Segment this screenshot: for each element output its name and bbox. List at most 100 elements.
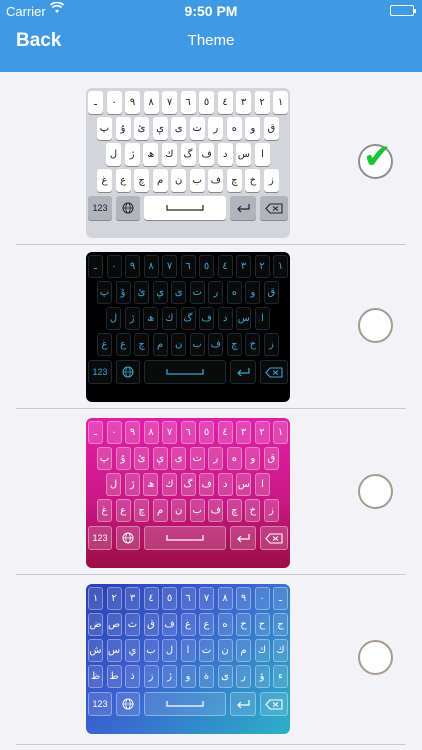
key: گ (180, 307, 196, 330)
key: غ (97, 499, 112, 522)
key-row: ١٢٣٤٥٦٧٨٩٠ـ (88, 587, 288, 611)
key: د (217, 307, 233, 330)
key: ٢ (254, 255, 270, 278)
theme-row-pink[interactable]: ـ٠٩٨٧٦٥٤٣٢١پۇئېىترەوقلژھكگفدساغعچمنبفچخز… (0, 412, 422, 576)
key: ف (199, 473, 215, 496)
key: ق (143, 613, 159, 636)
globe-icon (116, 526, 140, 550)
key: ٨ (217, 587, 233, 610)
key-row: لژھكگفدسا (88, 473, 288, 497)
key: ز (143, 665, 159, 688)
key: ٢ (254, 91, 270, 114)
backspace-icon (260, 196, 288, 220)
key-row: پۇئېىترەوق (88, 447, 288, 471)
key: ئ (134, 117, 150, 140)
key: ٦ (180, 91, 196, 114)
numbers-key: 123 (88, 196, 112, 220)
key: ر (208, 117, 224, 140)
key: ژ (162, 665, 177, 688)
key: ل (106, 143, 121, 166)
key: ې (152, 447, 168, 470)
keyboard-preview-pink: ـ٠٩٨٧٦٥٤٣٢١پۇئېىترەوقلژھكگفدساغعچمنبفچخز… (86, 418, 290, 568)
key: ژ (124, 143, 140, 166)
key: ف (208, 169, 224, 192)
key: ٦ (180, 255, 196, 278)
key: ع (199, 613, 214, 636)
key: ئ (134, 447, 150, 470)
theme-radio-selected[interactable]: ✔ (358, 140, 393, 179)
key: ئ (134, 281, 150, 304)
backspace-icon (260, 526, 288, 550)
key: ن (217, 639, 233, 662)
key: م (236, 639, 251, 662)
key: ى (171, 447, 187, 470)
bottom-key-row: 123 (88, 692, 288, 718)
space-key (144, 196, 226, 220)
key: ٤ (143, 587, 159, 610)
key: ٠ (106, 91, 122, 114)
key: گ (180, 143, 196, 166)
key: خ (245, 333, 261, 356)
key: م (152, 333, 168, 356)
key: د (217, 143, 233, 166)
key: د (217, 473, 233, 496)
key: ب (189, 169, 205, 192)
key: ٤ (217, 255, 233, 278)
status-bar: Carrier 9:50 PM (0, 0, 422, 22)
key: ٦ (180, 587, 196, 610)
key: ر (208, 447, 224, 470)
key: س (236, 473, 252, 496)
key: ث (125, 613, 140, 636)
key: ٣ (236, 91, 251, 114)
key-row: ـ٠٩٨٧٦٥٤٣٢١ (88, 91, 288, 115)
space-key (144, 692, 226, 716)
bottom-key-row: 123 (88, 360, 288, 386)
key: خ (236, 613, 251, 636)
backspace-icon (260, 360, 288, 384)
key: و (245, 281, 261, 304)
theme-radio[interactable] (358, 308, 393, 343)
theme-row-black[interactable]: ـ٠٩٨٧٦٥٤٣٢١پۇئېىترەوقلژھكگفدساغعچمنبفچخز… (0, 246, 422, 410)
theme-radio[interactable] (358, 474, 393, 509)
key-row: غعچمنبفچخز (88, 499, 288, 523)
battery-icon (390, 5, 416, 16)
key: ا (255, 473, 270, 496)
key: ھ (143, 307, 159, 330)
key: ى (171, 281, 187, 304)
key: ٧ (199, 587, 214, 610)
page-title: Theme (187, 32, 235, 49)
key: پ (97, 117, 112, 140)
key: ع (115, 169, 131, 192)
row-divider (16, 244, 406, 245)
key: ب (143, 639, 159, 662)
theme-row-blue[interactable]: ١٢٣٤٥٦٧٨٩٠ـضصثقفغعهخحجشسيبلاتنمككظطذزژوة… (0, 578, 422, 742)
key: ١ (273, 421, 288, 444)
key: ٧ (162, 255, 177, 278)
key: ق (263, 281, 279, 304)
keyboard-preview-black: ـ٠٩٨٧٦٥٤٣٢١پۇئېىترەوقلژھكگفدساغعچمنبفچخز… (86, 252, 290, 402)
key: س (106, 639, 122, 662)
key: ك (254, 639, 270, 662)
key: چ (226, 169, 242, 192)
key: ٣ (236, 255, 251, 278)
key: م (152, 169, 168, 192)
theme-row-white[interactable]: ـ٠٩٨٧٦٥٤٣٢١پۇئېىترەوقلژھكگفدساغعچمنبفچخز… (0, 82, 422, 246)
numbers-key: 123 (88, 692, 112, 716)
theme-radio[interactable] (358, 640, 393, 675)
row-divider (16, 574, 406, 575)
key: گ (180, 473, 196, 496)
key: ٠ (106, 421, 122, 444)
key: پ (97, 447, 112, 470)
key: و (180, 665, 196, 688)
key: ھ (143, 143, 159, 166)
key: غ (97, 333, 112, 356)
key: ە (226, 281, 242, 304)
key: خ (245, 169, 261, 192)
key: چ (134, 499, 150, 522)
key: ن (171, 499, 187, 522)
key-row: ـ٠٩٨٧٦٥٤٣٢١ (88, 421, 288, 445)
numbers-key: 123 (88, 360, 112, 384)
key: ٤ (217, 91, 233, 114)
key: ٨ (143, 255, 159, 278)
key: ٥ (199, 421, 214, 444)
